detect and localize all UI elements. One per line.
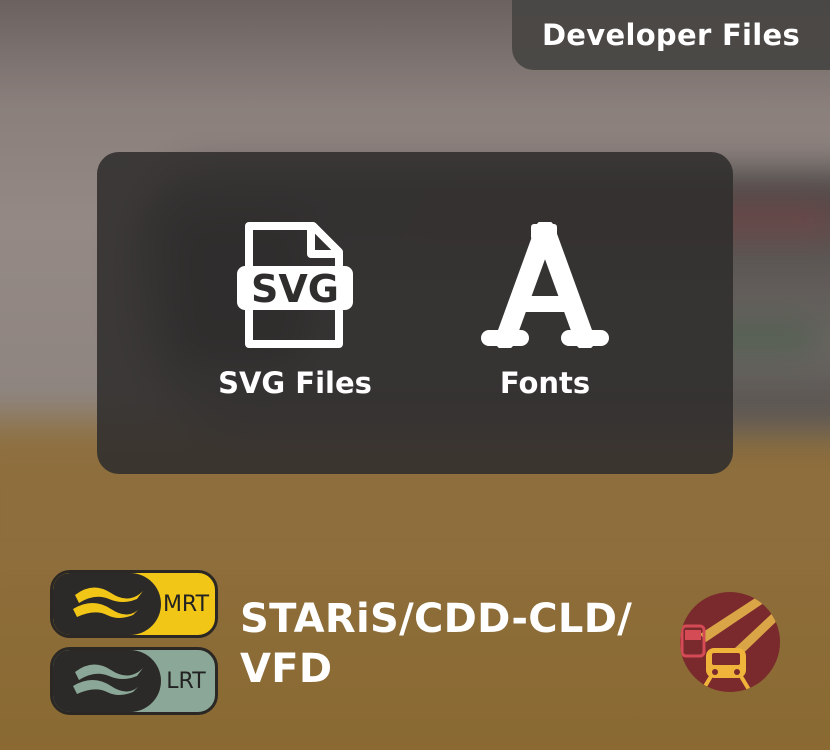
svg-file-icon: SVG [237, 222, 353, 348]
transit-badge[interactable] [680, 592, 780, 692]
wave-logo-icon [73, 664, 143, 695]
developer-files-label: Developer Files [541, 18, 801, 52]
transit-train-bus-icon [680, 592, 780, 690]
mrt-label: MRT [162, 591, 210, 617]
mrt-logo [53, 573, 161, 635]
product-title: STARiS/CDD-CLD/ VFD [240, 596, 633, 692]
lrt-logo [53, 650, 161, 712]
lrt-badge: LRT [50, 647, 218, 715]
mrt-badge: MRT [50, 570, 218, 638]
svg-text:SVG: SVG [251, 267, 339, 311]
fonts-button[interactable]: Fonts [445, 222, 645, 400]
svg-files-label: SVG Files [218, 366, 372, 400]
developer-files-tab[interactable]: Developer Files [512, 0, 830, 70]
fonts-label: Fonts [499, 366, 591, 400]
wave-logo-icon [73, 587, 143, 618]
font-letter-a-icon [481, 222, 609, 348]
lrt-label: LRT [166, 668, 206, 694]
svg-files-button[interactable]: SVG SVG Files [195, 222, 395, 400]
files-panel: SVG SVG Files Fonts [97, 152, 733, 474]
